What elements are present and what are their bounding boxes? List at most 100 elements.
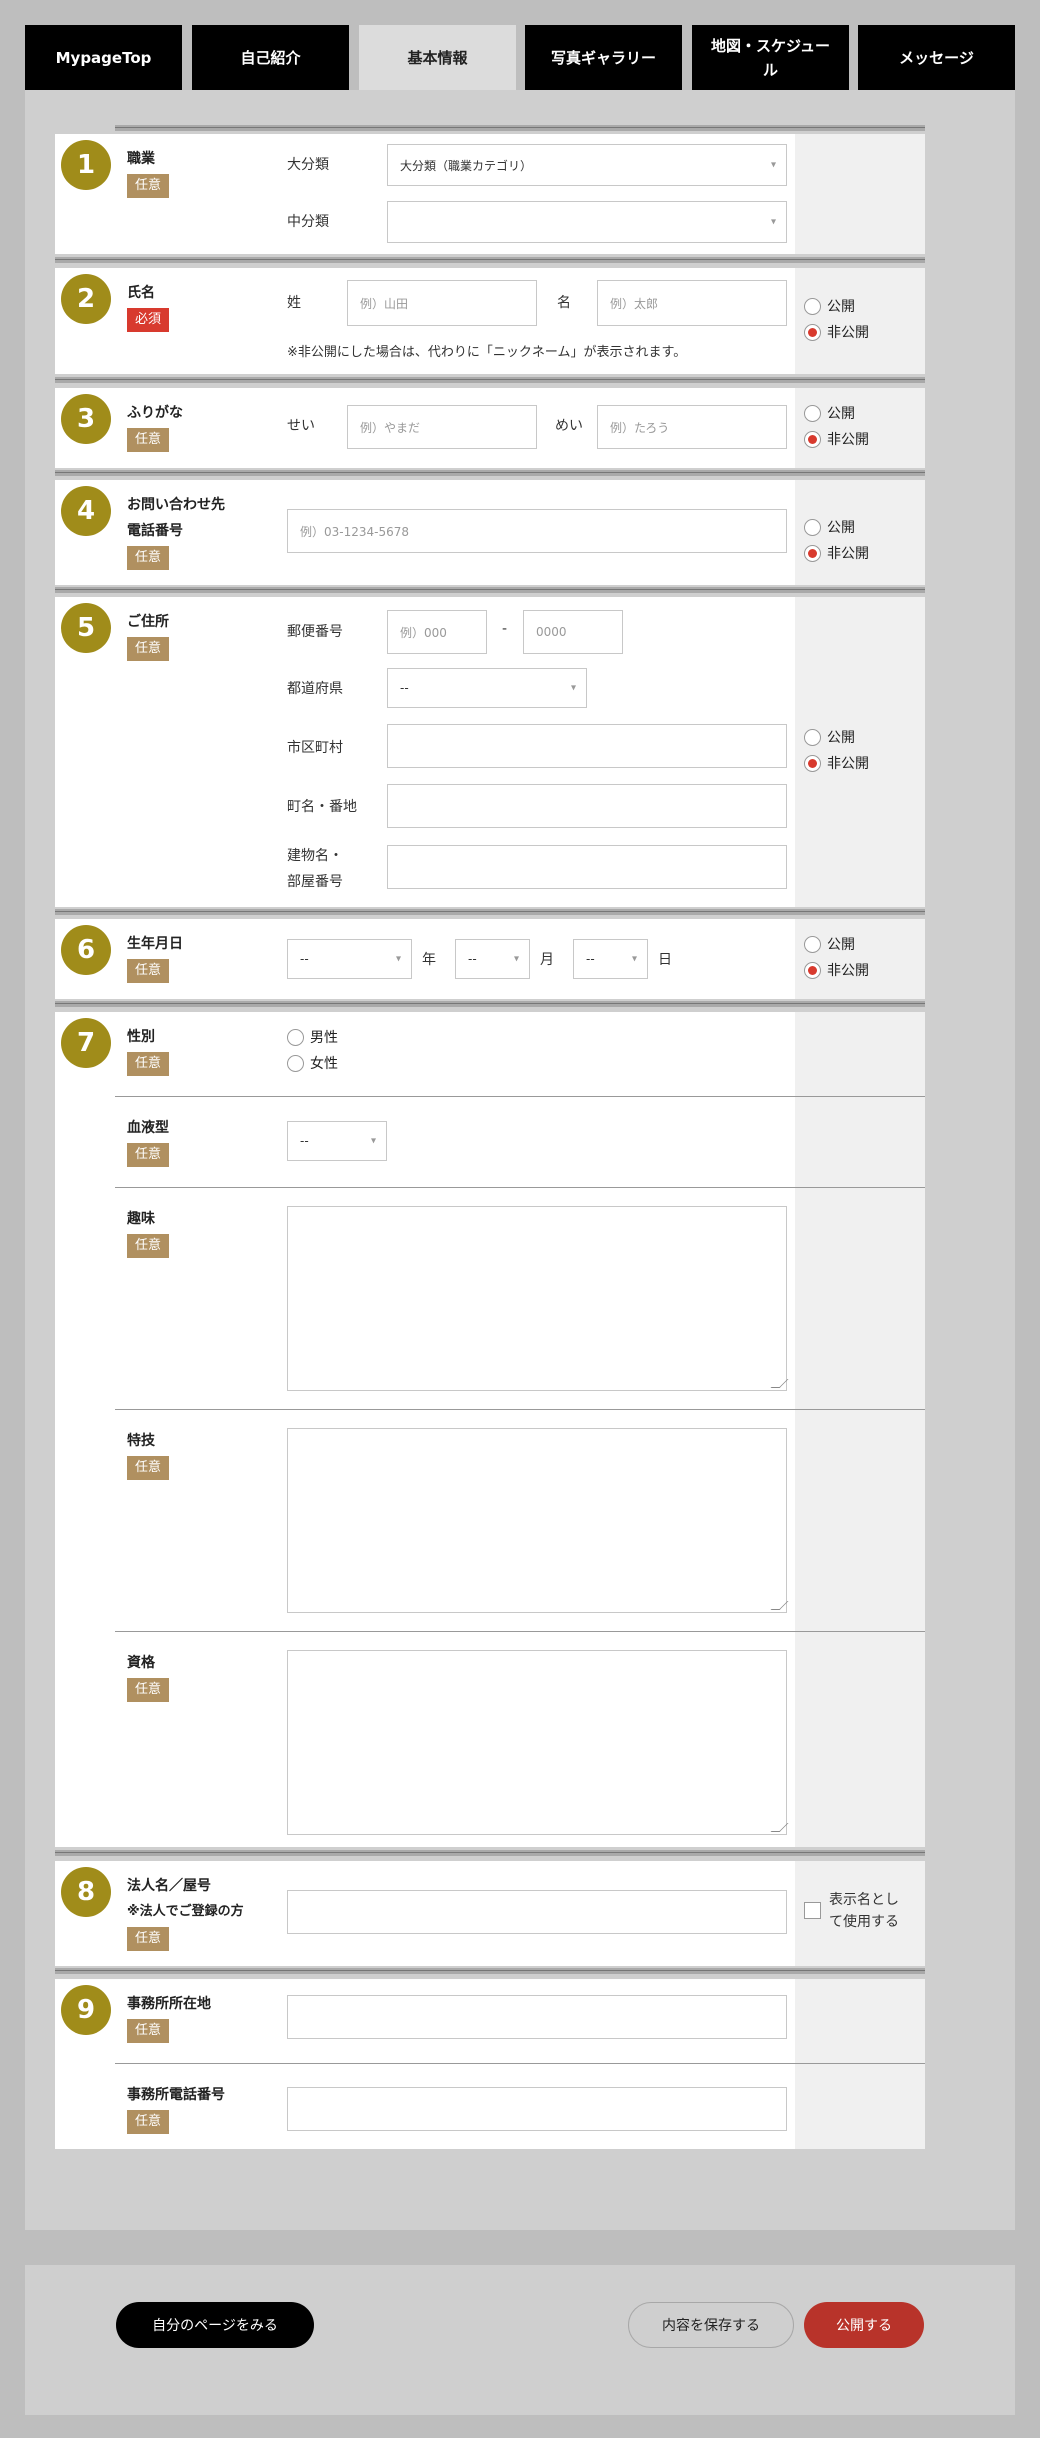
section-divider (55, 1968, 925, 1974)
street-label: 町名・番地 (287, 799, 357, 815)
section-number: 7 (61, 1018, 111, 1068)
section-divider (55, 909, 925, 915)
prefecture-select[interactable]: -- (387, 668, 587, 708)
field-label: ふりがな (127, 405, 183, 421)
section-profile: 7 性別 任意 男性 女性 血液型 任意 -- 趣味 任意 特技 任意 資格 任… (55, 1012, 925, 1847)
section-divider (115, 125, 925, 131)
sei-kana-label: せい (287, 418, 315, 434)
required-badge: 必須 (127, 308, 170, 332)
city-input[interactable] (387, 724, 787, 768)
field-label: 生年月日 (127, 936, 183, 952)
section-divider (55, 377, 925, 383)
public-radio[interactable]: 公開 (804, 934, 855, 954)
tab-photo-gallery[interactable]: 写真ギャラリー (525, 25, 682, 90)
company-input[interactable] (287, 1890, 787, 1934)
zip2-input[interactable]: 0000 (523, 610, 623, 654)
sei-input[interactable]: 例）山田 (347, 280, 537, 326)
hobby-textarea[interactable] (287, 1206, 787, 1391)
blood-type-select[interactable]: -- (287, 1121, 387, 1161)
use-as-display-name-checkbox[interactable] (804, 1902, 821, 1919)
use-as-display-name-label: 表示名とし (829, 1892, 899, 1908)
section-furigana: 3 ふりがな 任意 せい 例）やまだ めい 例）たろう 公開 非公開 (55, 388, 925, 468)
public-radio[interactable]: 公開 (804, 727, 855, 747)
tab-map-schedule[interactable]: 地図・スケジュール (692, 25, 849, 90)
month-label: 月 (540, 952, 554, 968)
optional-badge: 任意 (127, 2019, 170, 2043)
birth-year-select[interactable]: -- (287, 939, 412, 979)
mei-kana-input[interactable]: 例）たろう (597, 405, 787, 449)
section-contact-phone: 4 お問い合わせ先 電話番号 任意 例）03-1234-5678 公開 非公開 (55, 480, 925, 585)
section-divider (55, 257, 925, 263)
building-label-line2: 部屋番号 (287, 874, 343, 890)
optional-badge: 任意 (127, 959, 170, 983)
street-input[interactable] (387, 784, 787, 828)
skill-textarea[interactable] (287, 1428, 787, 1613)
section-address: 5 ご住所 任意 郵便番号 例）000 - 0000 都道府県 -- 市区町村 … (55, 597, 925, 907)
tab-mypage-top[interactable]: MypageTop (25, 25, 182, 90)
office-phone-label: 事務所電話番号 (127, 2087, 225, 2103)
birth-month-select[interactable]: -- (455, 939, 530, 979)
qualification-textarea[interactable] (287, 1650, 787, 1835)
building-input[interactable] (387, 845, 787, 889)
year-label: 年 (422, 952, 436, 968)
public-radio[interactable]: 公開 (804, 517, 855, 537)
mei-kana-label: めい (555, 418, 583, 434)
visibility-column (795, 134, 925, 254)
field-label: 職業 (127, 151, 155, 167)
sei-kana-input[interactable]: 例）やまだ (347, 405, 537, 449)
phone-input[interactable]: 例）03-1234-5678 (287, 509, 787, 553)
skill-label: 特技 (127, 1433, 155, 1449)
private-radio[interactable]: 非公開 (804, 322, 869, 342)
private-radio[interactable]: 非公開 (804, 429, 869, 449)
office-address-input[interactable] (287, 1995, 787, 2039)
private-radio[interactable]: 非公開 (804, 753, 869, 773)
optional-badge: 任意 (127, 637, 170, 661)
row-divider (115, 1631, 925, 1632)
mei-label: 名 (557, 295, 571, 311)
zip-dash: - (502, 621, 508, 637)
nickname-note: ※非公開にした場合は、代わりに「ニックネーム」が表示されます。 (287, 345, 687, 360)
visibility-column (795, 919, 925, 999)
gender-label: 性別 (127, 1029, 155, 1045)
visibility-column (795, 1012, 925, 1847)
row-divider (115, 1096, 925, 1097)
section-number: 6 (61, 925, 111, 975)
zip1-input[interactable]: 例）000 (387, 610, 487, 654)
section-number: 1 (61, 140, 111, 190)
row-divider (115, 1187, 925, 1188)
view-my-page-button[interactable]: 自分のページをみる (116, 2302, 314, 2348)
public-radio[interactable]: 公開 (804, 403, 855, 423)
optional-badge: 任意 (127, 546, 170, 570)
private-radio[interactable]: 非公開 (804, 960, 869, 980)
minor-category-select[interactable] (387, 201, 787, 243)
public-radio[interactable]: 公開 (804, 296, 855, 316)
optional-badge: 任意 (127, 1678, 170, 1702)
save-button[interactable]: 内容を保存する (628, 2302, 794, 2348)
private-radio[interactable]: 非公開 (804, 543, 869, 563)
visibility-column (795, 268, 925, 374)
use-as-display-name-label-line2: て使用する (829, 1914, 899, 1930)
birth-day-select[interactable]: -- (573, 939, 648, 979)
company-note: ※法人でご登録の方 (127, 1904, 244, 1919)
publish-button[interactable]: 公開する (804, 2302, 924, 2348)
major-category-value: 大分類（職業カテゴリ） (400, 158, 533, 173)
section-name: 2 氏名 必須 姓 例）山田 名 例）太郎 ※非公開にした場合は、代わりに「ニッ… (55, 268, 925, 374)
blood-type-label: 血液型 (127, 1120, 169, 1136)
mei-input[interactable]: 例）太郎 (597, 280, 787, 326)
section-number: 8 (61, 1867, 111, 1917)
section-number: 2 (61, 274, 111, 324)
female-radio[interactable]: 女性 (287, 1053, 338, 1073)
tab-messages[interactable]: メッセージ (858, 25, 1015, 90)
tab-basic-info[interactable]: 基本情報 (359, 25, 516, 90)
tab-self-intro[interactable]: 自己紹介 (192, 25, 349, 90)
office-phone-input[interactable] (287, 2087, 787, 2131)
male-radio[interactable]: 男性 (287, 1027, 338, 1047)
building-label: 建物名・ (287, 848, 343, 864)
section-divider (55, 587, 925, 593)
section-divider (55, 470, 925, 476)
major-category-select[interactable]: 大分類（職業カテゴリ） (387, 144, 787, 186)
prefecture-label: 都道府県 (287, 681, 343, 697)
major-category-label: 大分類 (287, 157, 329, 173)
section-number: 5 (61, 603, 111, 653)
row-divider (115, 1409, 925, 1410)
